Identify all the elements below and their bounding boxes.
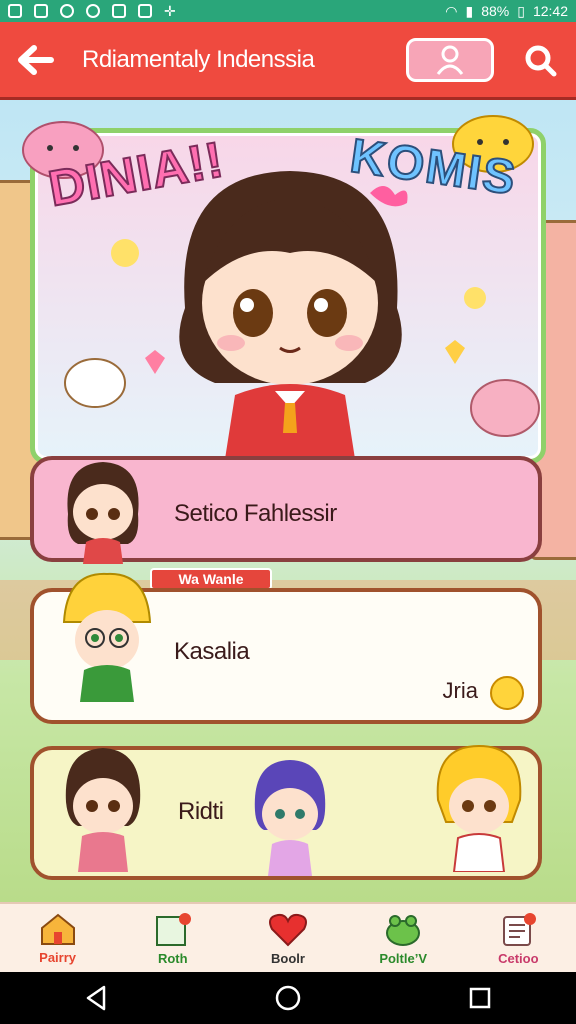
nav-item-book[interactable]: Roth — [123, 911, 223, 966]
status-bar: ✛ ◠ ▮ 88% ▯ 12:42 — [0, 0, 576, 22]
system-recents-button[interactable] — [460, 978, 500, 1018]
card-title: Kasalia — [174, 638, 250, 665]
user-icon — [436, 45, 464, 75]
heart-icon — [269, 913, 307, 946]
nav-item-favorites[interactable]: Boolr — [238, 911, 338, 966]
system-home-button[interactable] — [268, 978, 308, 1018]
card-title: Setico Fahlessir — [174, 500, 337, 527]
app-header: Rdiamentaly Indenssia — [0, 22, 576, 100]
bottom-nav: Pairry Roth Boolr Poltle’V Cetioo — [0, 902, 576, 972]
comic-card-2[interactable]: Kasalia Jria — [30, 572, 542, 724]
search-icon — [525, 45, 557, 76]
comic-card-1[interactable]: Setico Fahlessir — [30, 456, 542, 564]
signal-icon: ▮ — [465, 2, 474, 19]
clock: 12:42 — [532, 3, 568, 19]
nav-label: Boolr — [270, 950, 305, 966]
nav-item-home[interactable]: Pairry — [8, 912, 108, 965]
character-avatar — [67, 462, 139, 564]
comic-card-3[interactable]: Ridti — [30, 744, 542, 880]
profile-button[interactable] — [406, 37, 494, 82]
nav-label: Poltle’V — [379, 950, 427, 966]
character-avatar — [436, 744, 522, 872]
list-icon — [503, 912, 537, 946]
character-avatar — [254, 760, 326, 876]
arrow-left-icon — [18, 44, 54, 75]
star-badge-icon[interactable] — [490, 676, 524, 710]
back-button[interactable] — [14, 38, 58, 82]
wifi-icon: ◠ — [445, 2, 458, 19]
file-icon — [112, 4, 126, 18]
triangle-back-icon — [86, 985, 106, 1011]
nav-label: Pairry — [39, 949, 77, 965]
character-avatar — [62, 572, 152, 702]
grid-icon — [138, 4, 152, 18]
search-button[interactable] — [518, 38, 562, 82]
section-banner: Wa Wanle — [150, 568, 272, 590]
square-recents-icon — [469, 987, 491, 1009]
card-tag: Jria — [442, 678, 478, 703]
nav-label: Roth — [157, 950, 188, 966]
home-icon — [40, 913, 75, 945]
frog-icon — [386, 914, 421, 946]
plus-icon: ✛ — [164, 2, 176, 19]
photo-icon — [34, 4, 48, 18]
battery-icon: ▯ — [517, 2, 525, 19]
battery-text: 88% — [481, 3, 510, 19]
card-title: Ridti — [178, 798, 224, 825]
whatsapp-icon — [60, 4, 74, 18]
system-back-button[interactable] — [76, 978, 116, 1018]
page-title: Rdiamentaly Indenssia — [82, 45, 315, 73]
notification-icon — [8, 4, 22, 18]
nav-item-characters[interactable]: Poltle’V — [353, 911, 453, 966]
book-icon — [155, 912, 191, 946]
character-avatar — [65, 748, 141, 872]
nav-label: Cetioo — [498, 950, 539, 966]
app-icon — [86, 4, 100, 18]
nav-item-list[interactable]: Cetioo — [468, 911, 568, 966]
circle-home-icon — [275, 985, 301, 1011]
system-nav-bar — [0, 972, 576, 1024]
